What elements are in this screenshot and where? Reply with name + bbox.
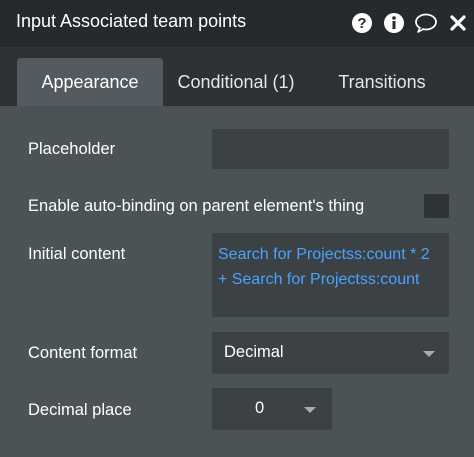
- info-icon[interactable]: [382, 11, 406, 35]
- help-icon[interactable]: ?: [350, 11, 374, 35]
- content-format-label: Content format: [28, 344, 138, 362]
- autobinding-label: Enable auto-binding on parent element's …: [28, 197, 365, 215]
- chevron-down-icon: [304, 407, 316, 413]
- decimal-place-value: 0: [255, 399, 265, 417]
- tab-transitions-label: Transitions: [338, 71, 426, 92]
- initial-content-label: Initial content: [28, 245, 126, 263]
- titlebar-actions: ?: [350, 10, 470, 36]
- content-format-dropdown[interactable]: Decimal: [212, 332, 449, 374]
- chevron-down-icon: [423, 351, 435, 357]
- autobinding-checkbox[interactable]: [424, 194, 449, 218]
- decimal-place-dropdown[interactable]: 0: [212, 388, 332, 430]
- content-format-value: Decimal: [224, 343, 284, 361]
- tab-bar: Appearance Conditional (1) Transitions: [0, 46, 474, 106]
- close-icon[interactable]: [446, 11, 470, 35]
- tab-appearance[interactable]: Appearance: [17, 58, 163, 106]
- tab-conditional[interactable]: Conditional (1): [163, 58, 309, 106]
- tab-conditional-label: Conditional (1): [177, 71, 295, 92]
- tab-appearance-label: Appearance: [41, 71, 139, 92]
- initial-content-expression[interactable]: Search for Projectss:count * 2 + Search …: [212, 233, 449, 317]
- placeholder-input[interactable]: [212, 129, 449, 169]
- tab-transitions[interactable]: Transitions: [309, 58, 455, 106]
- comment-icon[interactable]: [414, 11, 438, 35]
- decimal-place-label: Decimal place: [28, 401, 132, 419]
- svg-text:?: ?: [357, 15, 366, 32]
- appearance-panel: Placeholder Enable auto-binding on paren…: [0, 106, 474, 457]
- element-title: Input Associated team points: [16, 11, 247, 31]
- property-editor-titlebar: Input Associated team points ?: [0, 0, 474, 46]
- placeholder-label: Placeholder: [28, 140, 116, 158]
